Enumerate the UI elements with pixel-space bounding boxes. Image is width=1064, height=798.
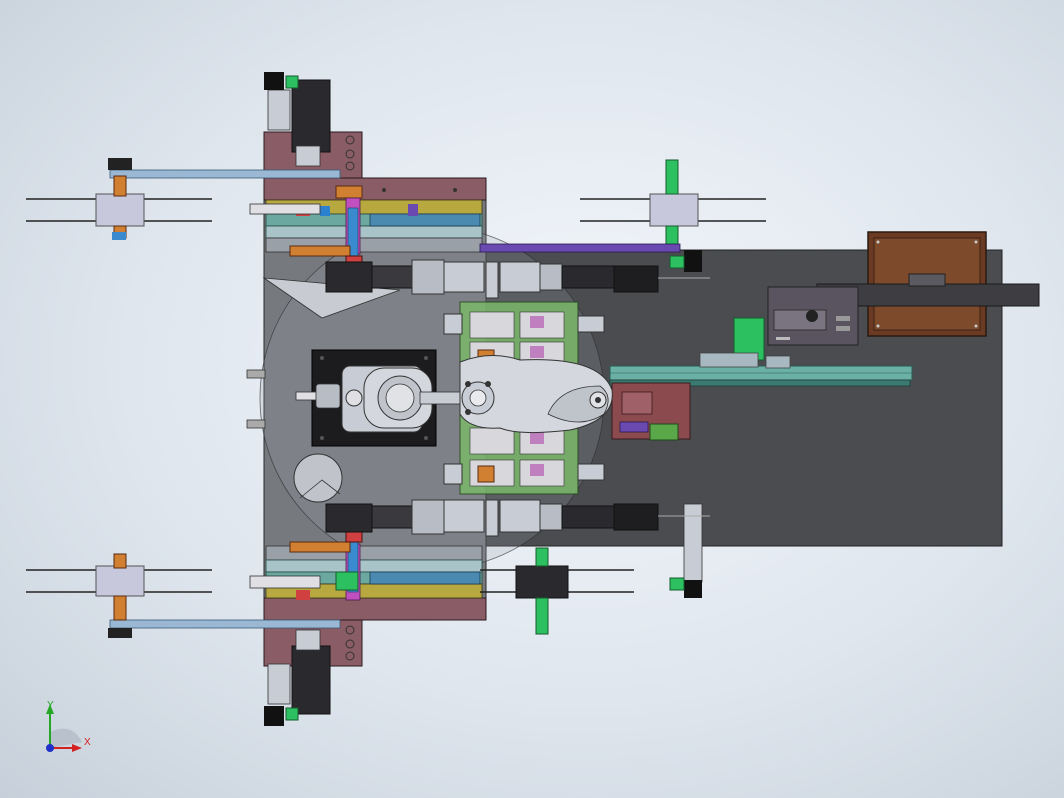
x-axis-label: X <box>84 737 91 748</box>
top-left-belt <box>109 169 341 179</box>
bottom-cylinder-left <box>325 499 499 537</box>
indexing-disc <box>293 453 343 503</box>
bottom-left-belt <box>109 619 341 629</box>
bottom-right-spool <box>480 547 634 635</box>
top-cylinder-left <box>325 259 499 299</box>
top-purple-shaft <box>479 243 681 253</box>
coordinate-triad <box>46 704 82 752</box>
feeder-station <box>611 382 691 441</box>
cad-viewport[interactable]: Y X <box>0 0 1064 798</box>
bottom-left-drive <box>263 597 487 726</box>
y-axis-label: Y <box>47 700 54 711</box>
z-axis-dot <box>46 744 54 752</box>
top-left-drive <box>263 72 487 201</box>
top-right-spool <box>580 159 766 249</box>
controller-unit <box>767 286 859 346</box>
machine-assembly-top-view <box>26 72 1040 752</box>
